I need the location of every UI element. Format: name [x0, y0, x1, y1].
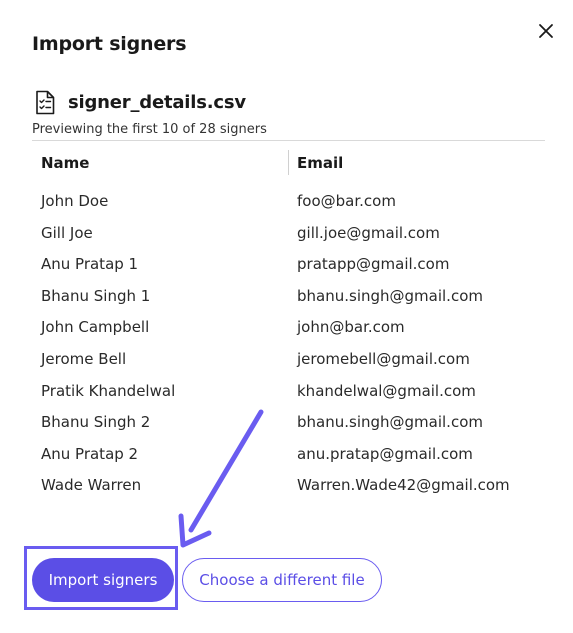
signers-table: Name Email John Doe foo@bar.com Gill Joe…	[32, 141, 545, 500]
table-row: John Campbell john@bar.com	[32, 310, 545, 342]
signer-name: Gill Joe	[41, 223, 93, 242]
table-row: Jerome Bell jeromebell@gmail.com	[32, 342, 545, 374]
signer-email: foo@bar.com	[297, 192, 396, 210]
signer-name: John Campbell	[41, 318, 150, 337]
signer-email: gill.joe@gmail.com	[297, 223, 440, 242]
table-header: Name Email	[32, 141, 545, 184]
table-row: Gill Joe gill.joe@gmail.com	[32, 216, 545, 248]
signer-name: Jerome Bell	[41, 349, 127, 368]
table-row: Bhanu Singh 2 bhanu.singh@gmail.com	[32, 405, 545, 437]
signer-name: John Doe	[41, 192, 109, 210]
signer-name: Anu Pratap 1	[41, 255, 139, 274]
file-checklist-icon	[34, 90, 56, 115]
file-name: signer_details.csv	[68, 92, 246, 113]
table-row: Wade Warren Warren.Wade42@gmail.com	[32, 468, 545, 500]
signer-name: Bhanu Singh 1	[41, 286, 151, 305]
preview-count-text: Previewing the first 10 of 28 signers	[32, 122, 267, 137]
dialog-title: Import signers	[32, 33, 187, 55]
signer-email: jeromebell@gmail.com	[297, 349, 470, 368]
signer-email: Warren.Wade42@gmail.com	[297, 476, 510, 495]
table-row: John Doe foo@bar.com	[32, 184, 545, 216]
column-header-email: Email	[297, 154, 344, 172]
close-icon	[538, 23, 554, 39]
import-signers-button[interactable]: Import signers	[32, 558, 174, 602]
signer-email: bhanu.singh@gmail.com	[297, 413, 483, 432]
close-button[interactable]	[534, 19, 558, 43]
signer-email: pratapp@gmail.com	[297, 255, 450, 274]
column-header-name: Name	[41, 154, 90, 172]
table-body: John Doe foo@bar.com Gill Joe gill.joe@g…	[32, 184, 545, 500]
file-info: signer_details.csv	[34, 90, 246, 115]
column-separator	[288, 150, 289, 175]
signer-name: Pratik Khandelwal	[41, 381, 176, 400]
table-row: Bhanu Singh 1 bhanu.singh@gmail.com	[32, 279, 545, 311]
signer-name: Wade Warren	[41, 476, 142, 495]
table-row: Anu Pratap 1 pratapp@gmail.com	[32, 247, 545, 279]
choose-different-file-button[interactable]: Choose a different file	[182, 558, 382, 602]
signer-email: anu.pratap@gmail.com	[297, 444, 473, 463]
signer-email: john@bar.com	[297, 318, 405, 337]
signer-email: khandelwal@gmail.com	[297, 381, 476, 400]
table-row: Pratik Khandelwal khandelwal@gmail.com	[32, 374, 545, 406]
signer-email: bhanu.singh@gmail.com	[297, 286, 483, 305]
signer-name: Bhanu Singh 2	[41, 413, 151, 432]
signer-name: Anu Pratap 2	[41, 444, 139, 463]
table-row: Anu Pratap 2 anu.pratap@gmail.com	[32, 437, 545, 469]
